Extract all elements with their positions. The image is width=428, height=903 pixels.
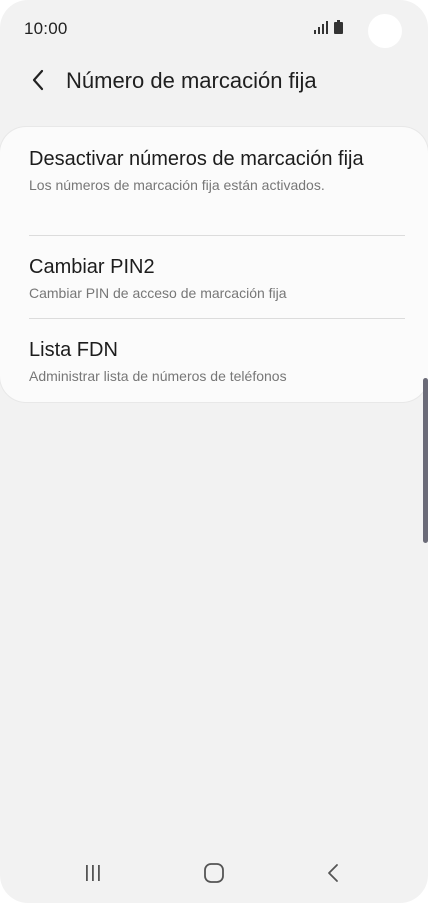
recent-apps-icon (83, 864, 103, 887)
status-time: 10:00 (24, 19, 68, 38)
phone-screen: 10:00 Número de marcación fija Desactiva… (0, 0, 428, 903)
settings-card: Desactivar números de marcación fija Los… (0, 127, 428, 402)
page-title: Número de marcación fija (66, 68, 317, 93)
list-item-subtitle: Administrar lista de números de teléfono… (29, 368, 287, 384)
back-button[interactable] (22, 66, 54, 98)
divider (29, 318, 405, 319)
signal-icon (313, 21, 329, 39)
list-item-subtitle: Los números de marcación fija están acti… (29, 177, 325, 193)
list-item-subtitle: Cambiar PIN de acceso de marcación fija (29, 285, 287, 301)
chevron-left-icon (31, 69, 45, 96)
status-icons (313, 20, 343, 39)
list-item-disable-fdn[interactable]: Desactivar números de marcación fija Los… (29, 147, 389, 194)
list-item-title: Lista FDN (29, 339, 118, 361)
home-icon (203, 862, 225, 889)
camera-cutout (368, 14, 402, 48)
back-icon (327, 863, 339, 888)
list-item-title: Desactivar números de marcación fija (29, 148, 364, 170)
nav-back-button[interactable] (313, 860, 353, 890)
list-item-fdn-list[interactable]: Lista FDN Administrar lista de números d… (29, 338, 389, 385)
home-button[interactable] (194, 860, 234, 890)
divider (29, 235, 405, 236)
app-bar: Número de marcación fija (0, 56, 428, 108)
list-item-change-pin2[interactable]: Cambiar PIN2 Cambiar PIN de acceso de ma… (29, 255, 389, 302)
scrollbar[interactable] (423, 378, 428, 543)
recent-apps-button[interactable] (73, 860, 113, 890)
navigation-bar (0, 850, 428, 900)
status-bar: 10:00 (0, 0, 428, 56)
battery-icon (334, 20, 343, 39)
list-item-title: Cambiar PIN2 (29, 256, 155, 278)
